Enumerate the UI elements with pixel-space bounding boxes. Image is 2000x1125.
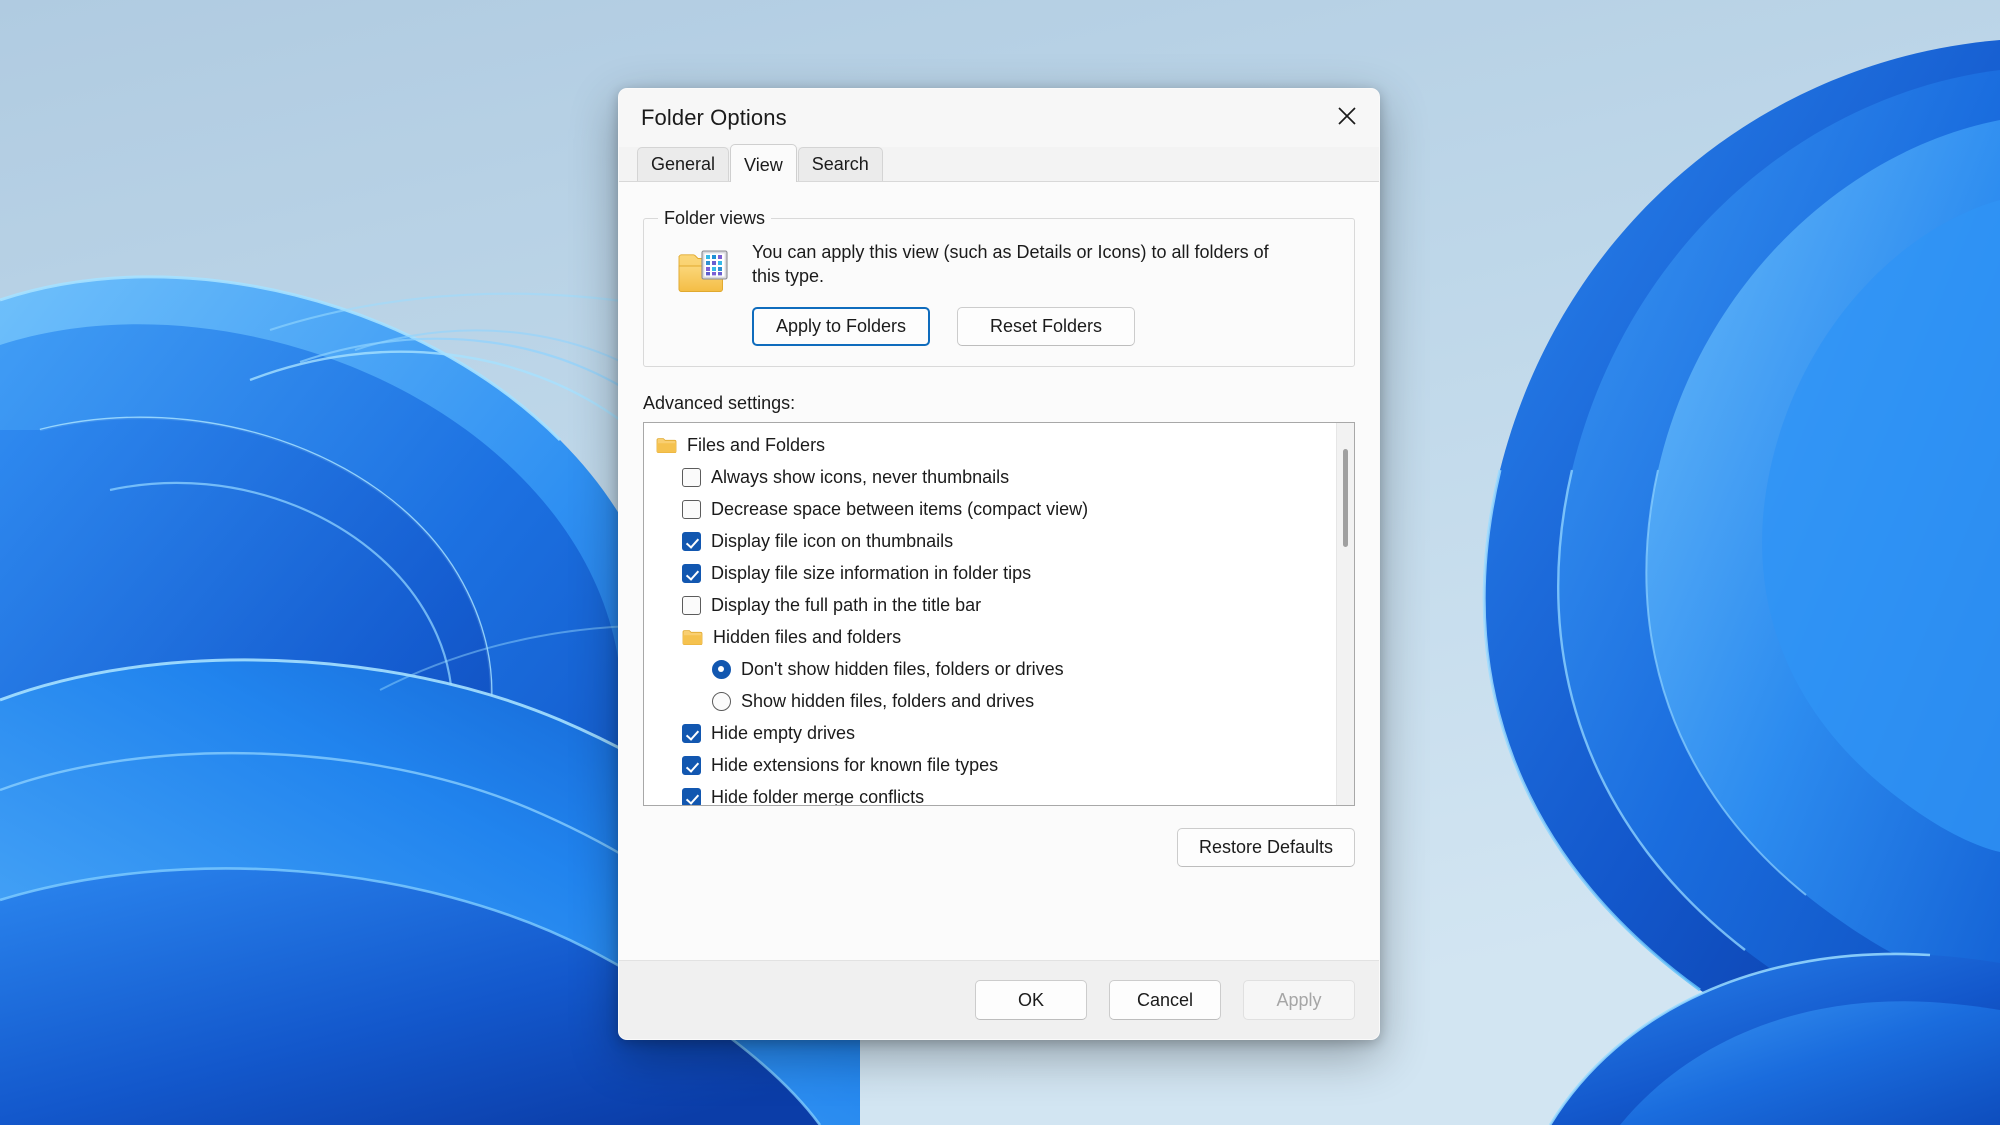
advanced-option-label: Display file size information in folder … — [711, 563, 1032, 583]
tab-general[interactable]: General — [637, 147, 730, 181]
advanced-option-row[interactable]: Display the full path in the title bar — [644, 590, 1336, 622]
advanced-option-row[interactable]: Show hidden files, folders and drives — [644, 686, 1336, 718]
advanced-option-label: Show hidden files, folders and drives — [741, 691, 1035, 711]
advanced-option-row[interactable]: Hide empty drives — [644, 718, 1336, 750]
advanced-group-row[interactable]: Files and Folders — [644, 430, 1336, 462]
advanced-settings-scrollbar[interactable] — [1336, 422, 1354, 805]
scrollbar-thumb[interactable] — [1343, 448, 1348, 547]
radio-selected-icon[interactable] — [712, 660, 731, 679]
checkbox-unchecked-icon[interactable] — [682, 468, 701, 487]
advanced-option-row[interactable]: Display file icon on thumbnails — [644, 526, 1336, 558]
checkbox-checked-icon[interactable] — [682, 788, 701, 805]
advanced-option-row[interactable]: Don't show hidden files, folders or driv… — [644, 654, 1336, 686]
dialog-footer: OK Cancel Apply — [619, 960, 1379, 1039]
checkbox-unchecked-icon[interactable] — [682, 596, 701, 615]
tab-search[interactable]: Search — [797, 147, 883, 181]
advanced-option-label: Files and Folders — [687, 435, 826, 455]
checkbox[interactable] — [682, 596, 701, 615]
advanced-option-label: Display the full path in the title bar — [711, 595, 982, 615]
checkbox-checked-icon[interactable] — [682, 724, 701, 743]
dialog-title: Folder Options — [641, 105, 787, 130]
restore-defaults-button[interactable]: Restore Defaults — [1177, 827, 1355, 867]
radio-button[interactable] — [712, 692, 731, 711]
checkbox[interactable] — [682, 724, 701, 743]
radio-unselected-icon[interactable] — [712, 692, 731, 711]
checkbox[interactable] — [682, 532, 701, 551]
tabstrip: General View Search — [619, 144, 1379, 182]
advanced-option-label: Decrease space between items (compact vi… — [711, 499, 1089, 519]
checkbox-unchecked-icon[interactable] — [682, 500, 701, 519]
advanced-option-label: Hidden files and folders — [713, 627, 902, 647]
folder-icon-glyph — [682, 630, 703, 645]
folder-icon-glyph — [656, 438, 677, 453]
radio-button[interactable] — [712, 660, 731, 679]
advanced-option-row[interactable]: Hide folder merge conflicts — [644, 782, 1336, 806]
checkbox[interactable] — [682, 564, 701, 583]
checkbox[interactable] — [682, 756, 701, 775]
folder-view-icon — [662, 241, 730, 300]
advanced-option-label: Display file icon on thumbnails — [711, 531, 954, 551]
reset-folders-button[interactable]: Reset Folders — [957, 306, 1135, 346]
advanced-option-row[interactable]: Display file size information in folder … — [644, 558, 1336, 590]
advanced-option-label: Hide empty drives — [711, 723, 856, 743]
view-tab-page: Folder views You can apply this view (su… — [619, 181, 1379, 960]
advanced-group-row[interactable]: Hidden files and folders — [644, 622, 1336, 654]
folder-views-description: You can apply this view (such as Details… — [752, 242, 1269, 286]
advanced-option-row[interactable]: Always show icons, never thumbnails — [644, 462, 1336, 494]
folder-options-dialog: Folder Options General View Search Folde… — [618, 88, 1380, 1040]
advanced-option-row[interactable]: Decrease space between items (compact vi… — [644, 494, 1336, 526]
folder-views-legend: Folder views — [658, 208, 772, 229]
checkbox-checked-icon[interactable] — [682, 532, 701, 551]
close-icon-glyph — [1338, 107, 1356, 125]
checkbox[interactable] — [682, 788, 701, 805]
dialog-titlebar: Folder Options — [619, 89, 1379, 147]
folder-view-icon-glyph — [678, 250, 728, 292]
folder-views-group: Folder views You can apply this view (su… — [643, 208, 1355, 367]
checkbox-checked-icon[interactable] — [682, 756, 701, 775]
advanced-option-label: Don't show hidden files, folders or driv… — [741, 659, 1064, 679]
advanced-settings-label: Advanced settings: — [643, 392, 796, 413]
cancel-button[interactable]: Cancel — [1109, 980, 1221, 1020]
checkbox[interactable] — [682, 468, 701, 487]
apply-to-folders-button[interactable]: Apply to Folders — [752, 306, 930, 346]
apply-button: Apply — [1243, 980, 1355, 1020]
advanced-option-label: Always show icons, never thumbnails — [711, 467, 1010, 487]
ok-button[interactable]: OK — [975, 980, 1087, 1020]
close-icon[interactable] — [1319, 91, 1375, 141]
checkbox[interactable] — [682, 500, 701, 519]
checkbox-checked-icon[interactable] — [682, 564, 701, 583]
advanced-settings-list[interactable]: Files and Folders Always show icons, neve… — [643, 421, 1355, 806]
tab-view[interactable]: View — [730, 144, 797, 182]
folder-icon — [656, 437, 677, 454]
advanced-option-label: Hide extensions for known file types — [711, 755, 999, 775]
advanced-option-row[interactable]: Hide extensions for known file types — [644, 750, 1336, 782]
folder-icon — [682, 629, 703, 646]
advanced-settings-items: Files and Folders Always show icons, neve… — [644, 423, 1336, 805]
advanced-option-label: Hide folder merge conflicts — [711, 787, 925, 806]
